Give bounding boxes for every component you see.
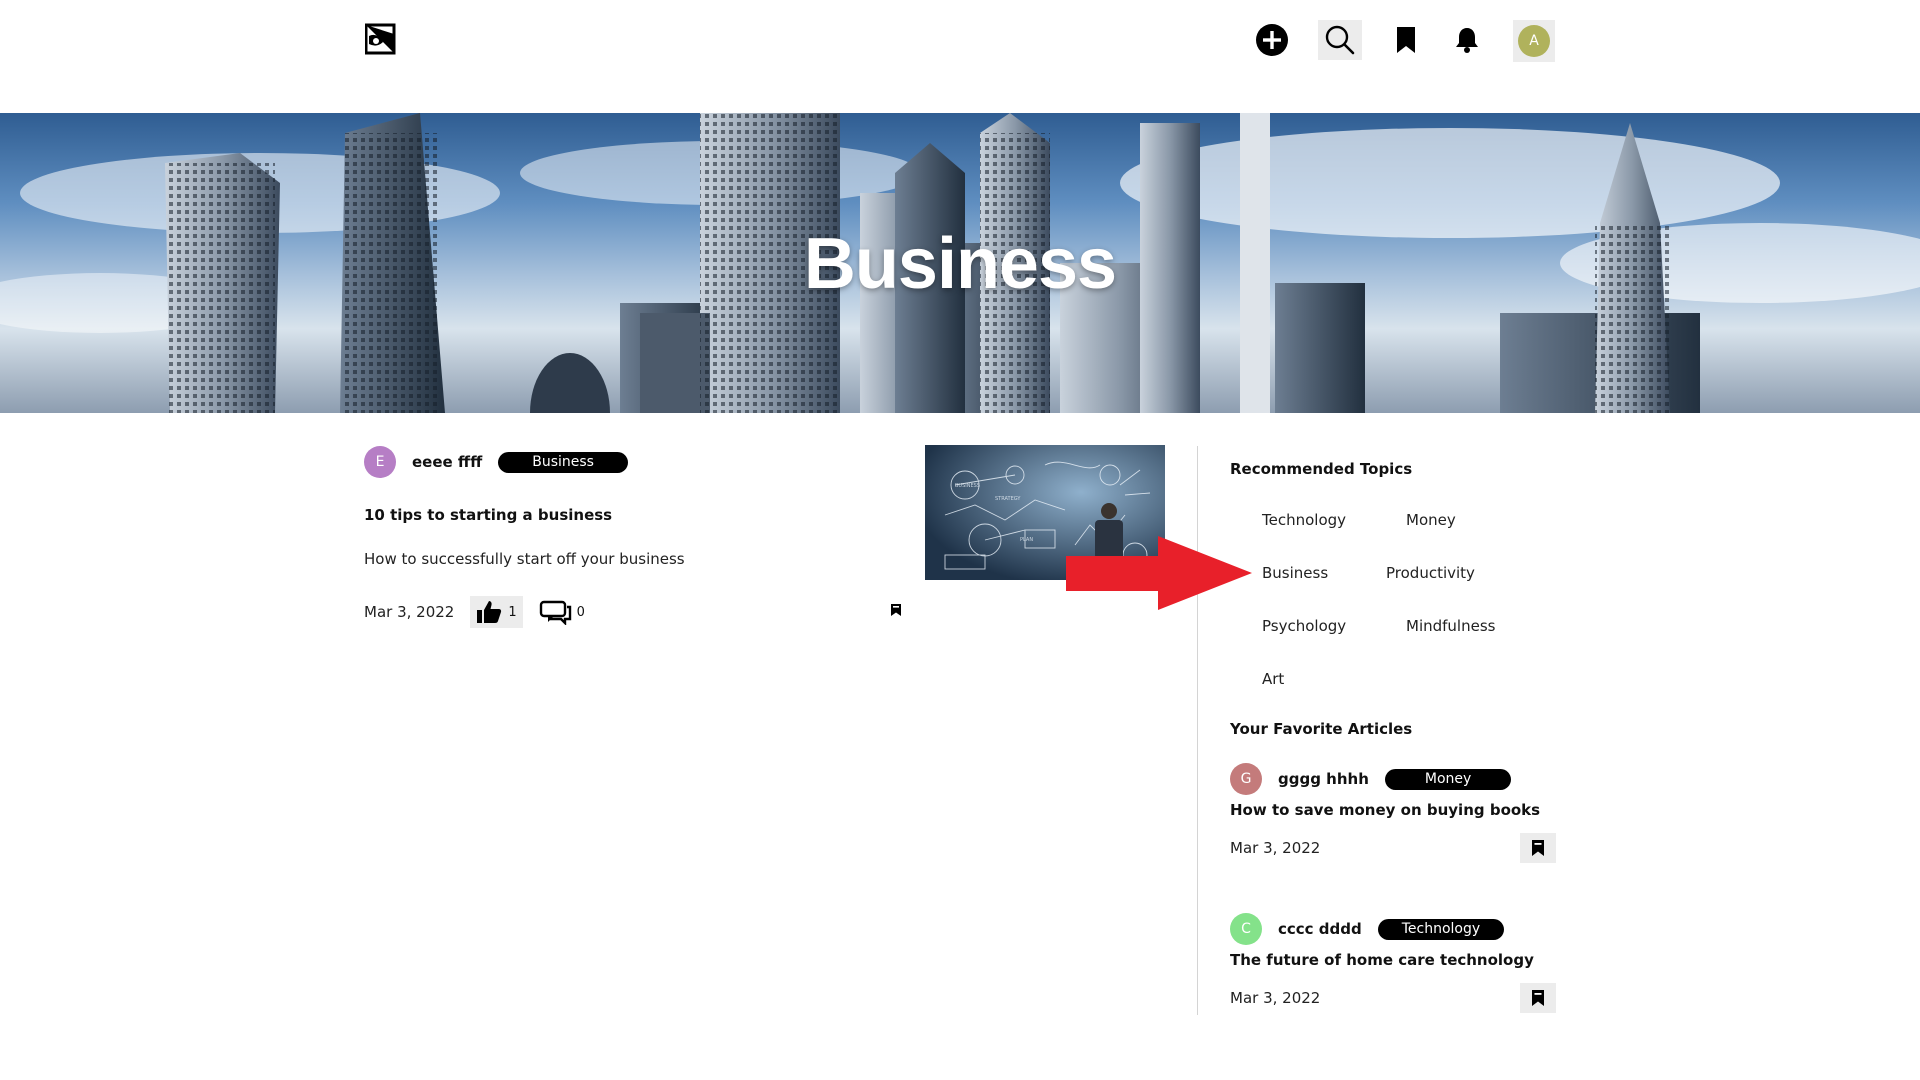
topic-mindfulness[interactable]: Mindfulness bbox=[1406, 617, 1495, 635]
red-arrow-annotation bbox=[1066, 536, 1252, 610]
bookmark-icon bbox=[1532, 990, 1544, 1006]
avatar[interactable]: G bbox=[1230, 763, 1262, 795]
recommended-topics-heading: Recommended Topics bbox=[1230, 460, 1413, 478]
svg-text:BUSINESS: BUSINESS bbox=[955, 483, 980, 489]
search-button[interactable] bbox=[1318, 20, 1362, 60]
topic-productivity[interactable]: Productivity bbox=[1386, 564, 1475, 582]
create-post-button[interactable] bbox=[1252, 20, 1292, 60]
topic-art[interactable]: Art bbox=[1262, 670, 1284, 688]
topic-tag[interactable]: Technology bbox=[1377, 918, 1505, 940]
thumbs-up-icon bbox=[477, 601, 502, 623]
comment-button[interactable]: 0 bbox=[539, 596, 585, 628]
topic-hero-banner: Business bbox=[0, 113, 1920, 413]
author-name[interactable]: cccc dddd bbox=[1278, 920, 1362, 938]
sidebar-divider bbox=[1197, 446, 1198, 1015]
favorite-article-title[interactable]: The future of home care technology bbox=[1230, 951, 1534, 969]
page-title: Business bbox=[803, 224, 1117, 304]
article-subtitle: How to successfully start off your busin… bbox=[364, 550, 685, 568]
bookmarks-button[interactable] bbox=[1386, 20, 1426, 60]
comment-count: 0 bbox=[576, 604, 585, 620]
bookmark-icon bbox=[1397, 27, 1415, 53]
favorite-article-card[interactable]: C cccc dddd Technology The future of hom… bbox=[1230, 913, 1556, 1028]
plus-circle-icon bbox=[1256, 24, 1288, 56]
article-author-row: E eeee ffff Business bbox=[364, 446, 628, 478]
avatar: A bbox=[1518, 25, 1550, 57]
topic-tag[interactable]: Business bbox=[498, 451, 628, 473]
topic-business[interactable]: Business bbox=[1262, 564, 1328, 582]
remove-bookmark-button[interactable] bbox=[1520, 833, 1556, 863]
author-name[interactable]: eeee ffff bbox=[412, 453, 482, 471]
search-icon bbox=[1325, 25, 1355, 55]
svg-text:PLAN: PLAN bbox=[1020, 537, 1033, 543]
favorite-author-row: G gggg hhhh Money bbox=[1230, 763, 1512, 795]
topic-tag[interactable]: Money bbox=[1384, 768, 1512, 790]
bookmark-button[interactable] bbox=[887, 599, 905, 621]
article-card[interactable]: E eeee ffff Business 10 tips to starting… bbox=[364, 446, 904, 636]
topic-technology[interactable]: Technology bbox=[1262, 511, 1346, 529]
like-button[interactable]: 1 bbox=[470, 596, 523, 628]
user-avatar-button[interactable]: A bbox=[1513, 20, 1555, 62]
bell-icon bbox=[1456, 28, 1478, 53]
topic-money[interactable]: Money bbox=[1406, 511, 1456, 529]
topic-psychology[interactable]: Psychology bbox=[1262, 617, 1346, 635]
bookmark-icon bbox=[1532, 840, 1544, 856]
favorite-article-date: Mar 3, 2022 bbox=[1230, 989, 1321, 1007]
article-meta-row: Mar 3, 2022 1 0 bbox=[364, 596, 904, 628]
notifications-button[interactable] bbox=[1447, 20, 1487, 60]
article-date: Mar 3, 2022 bbox=[364, 603, 455, 621]
bookmark-icon bbox=[891, 604, 901, 616]
like-count: 1 bbox=[508, 604, 517, 620]
top-navigation-bar: A bbox=[0, 0, 1920, 113]
svg-text:STRATEGY: STRATEGY bbox=[995, 496, 1021, 502]
favorite-article-card[interactable]: G gggg hhhh Money How to save money on b… bbox=[1230, 763, 1556, 878]
favorite-articles-heading: Your Favorite Articles bbox=[1230, 720, 1413, 738]
brand-logo-icon[interactable] bbox=[364, 22, 397, 56]
author-name[interactable]: gggg hhhh bbox=[1278, 770, 1369, 788]
remove-bookmark-button[interactable] bbox=[1520, 983, 1556, 1013]
avatar[interactable]: E bbox=[364, 446, 396, 478]
favorite-author-row: C cccc dddd Technology bbox=[1230, 913, 1505, 945]
favorite-article-date: Mar 3, 2022 bbox=[1230, 839, 1321, 857]
avatar[interactable]: C bbox=[1230, 913, 1262, 945]
favorite-article-title[interactable]: How to save money on buying books bbox=[1230, 801, 1540, 819]
comments-icon bbox=[539, 600, 571, 625]
article-title[interactable]: 10 tips to starting a business bbox=[364, 506, 612, 524]
